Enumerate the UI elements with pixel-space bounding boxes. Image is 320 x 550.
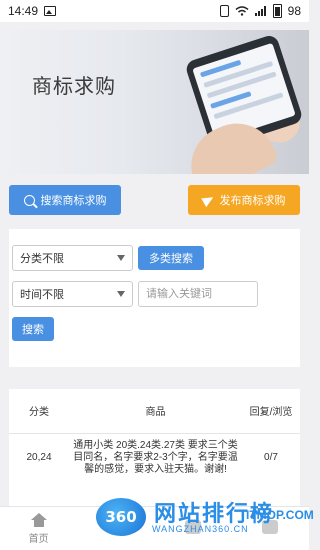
nav-icon	[185, 520, 202, 534]
banner: 商标求购	[0, 30, 309, 174]
battery-icon	[272, 4, 282, 18]
time-select-value: 时间不限	[20, 289, 64, 301]
send-icon	[200, 192, 216, 208]
chevron-down-icon	[117, 255, 125, 261]
time-select[interactable]: 时间不限	[12, 281, 133, 307]
status-right: 98	[219, 4, 301, 18]
bottom-nav: 首页	[0, 506, 309, 550]
search-button[interactable]: 搜索	[12, 317, 54, 341]
multi-category-search-button[interactable]: 多类搜索	[138, 246, 204, 270]
row-category: 20,24	[26, 452, 52, 463]
search-trademark-label: 搜索商标求购	[40, 195, 107, 207]
table-header-row: 分类 商品 回复/浏览	[9, 389, 300, 434]
row-goods: 通用小类 20类.24类.27类 要求三个类目同名，名字要求2-3个字，名字要温…	[73, 439, 238, 475]
battery-level: 98	[287, 4, 301, 18]
header-reply-views: 回复/浏览	[242, 389, 300, 434]
category-select[interactable]: 分类不限	[12, 245, 133, 271]
keyword-input[interactable]	[138, 281, 258, 307]
chevron-down-icon	[117, 291, 125, 297]
publish-trademark-label: 发布商标求购	[219, 195, 286, 207]
header-goods: 商品	[69, 389, 242, 434]
nav-item[interactable]	[158, 520, 228, 537]
row-stats: 0/7	[264, 452, 278, 463]
nav-home[interactable]: 首页	[4, 512, 74, 545]
status-time: 14:49	[8, 4, 39, 18]
status-bar: 14:49 98	[0, 0, 309, 22]
signal-icon	[254, 6, 266, 16]
search-icon	[23, 194, 35, 206]
wifi-icon	[235, 6, 249, 16]
nav-home-label: 首页	[28, 533, 49, 545]
filter-card: 分类不限 多类搜索 时间不限 搜索	[9, 229, 300, 367]
vibrate-icon	[219, 5, 229, 17]
banner-title: 商标求购	[32, 76, 116, 98]
publish-trademark-button[interactable]: 发布商标求购	[188, 185, 300, 215]
filter-row-category: 分类不限 多类搜索	[12, 245, 297, 271]
filter-row-time: 时间不限	[12, 281, 297, 307]
nav-item[interactable]	[235, 520, 305, 537]
nav-icon	[262, 520, 279, 534]
category-select-value: 分类不限	[20, 253, 64, 265]
nav-icon	[107, 520, 124, 534]
table-row[interactable]: 20,24 通用小类 20类.24类.27类 要求三个类目同名，名字要求2-3个…	[9, 433, 300, 482]
status-left: 14:49	[8, 4, 57, 18]
home-icon	[30, 512, 47, 527]
nav-item[interactable]	[81, 520, 151, 537]
search-trademark-button[interactable]: 搜索商标求购	[9, 185, 121, 215]
header-category: 分类	[9, 389, 69, 434]
request-table: 分类 商品 回复/浏览 20,24 通用小类 20类.24类.27类 要求三个类…	[9, 389, 300, 509]
action-bar: 搜索商标求购 发布商标求购	[0, 174, 309, 223]
request-table-grid: 分类 商品 回复/浏览 20,24 通用小类 20类.24类.27类 要求三个类…	[9, 389, 300, 482]
image-notification-icon	[44, 6, 57, 16]
